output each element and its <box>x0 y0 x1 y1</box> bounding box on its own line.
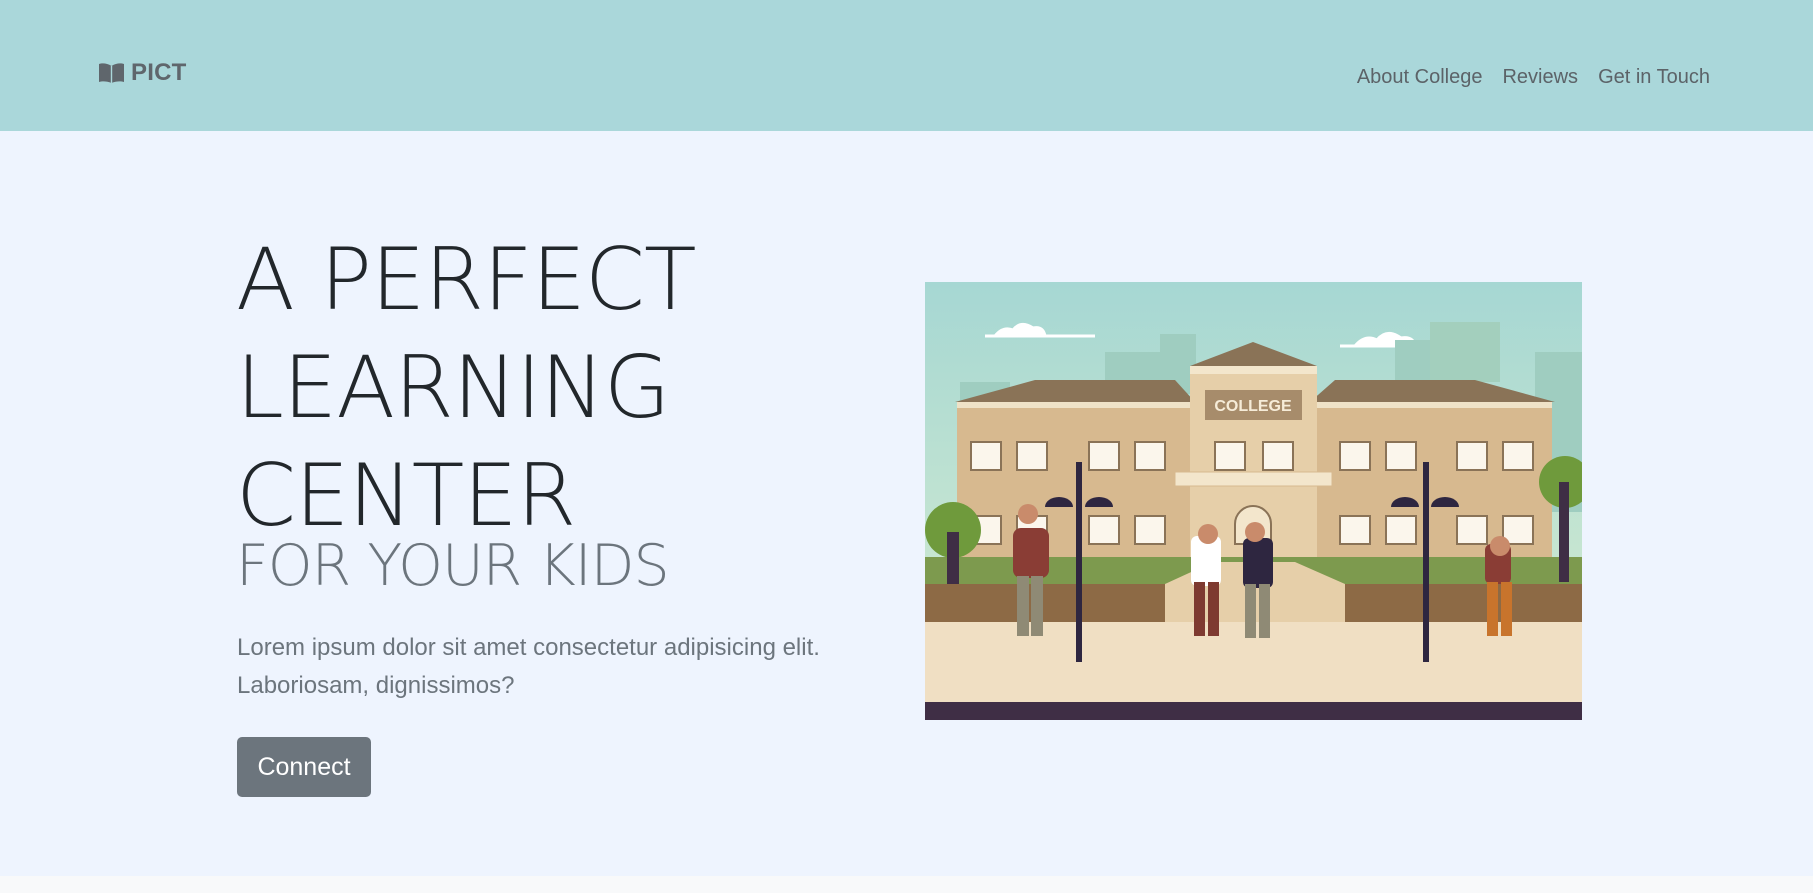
navbar: PICT About College Reviews Get in Touch <box>0 0 1813 131</box>
hero-section: A PERFECT LEARNING CENTER FOR YOUR KIDS … <box>0 131 1813 876</box>
nav-link-reviews[interactable]: Reviews <box>1502 65 1578 89</box>
college-illustration: COLLEGE <box>925 282 1582 720</box>
brand-name: PICT <box>131 59 187 86</box>
hero-title-line: LEARNING <box>236 338 671 438</box>
hero-title-line: A PERFECT <box>236 230 697 330</box>
hero-subtitle: FOR YOUR KIDS <box>236 533 670 599</box>
brand-logo[interactable]: PICT <box>98 61 186 85</box>
nav-link-get-in-touch[interactable]: Get in Touch <box>1598 65 1710 89</box>
hero-lead-text: Lorem ipsum dolor sit amet consectetur a… <box>237 634 820 699</box>
connect-button[interactable]: Connect <box>237 737 371 797</box>
nav-link-about-college[interactable]: About College <box>1357 65 1483 89</box>
nav-links: About College Reviews Get in Touch <box>1357 65 1710 89</box>
hero-title: A PERFECT LEARNING CENTER <box>236 226 697 550</box>
college-sign-text: COLLEGE <box>1214 398 1292 415</box>
open-book-icon <box>99 63 124 83</box>
